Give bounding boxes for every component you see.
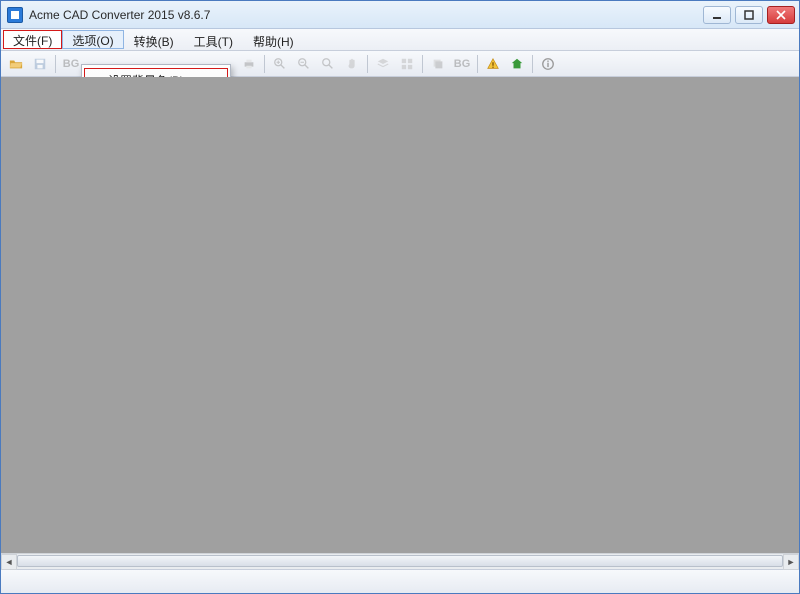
grid-icon <box>400 57 414 71</box>
toolbar-separator <box>55 55 56 73</box>
tb-layer[interactable] <box>372 54 394 74</box>
menubar: 文件(F) 选项(O) 转换(B) 工具(T) 帮助(H) <box>1 29 799 51</box>
layers-icon <box>376 57 390 71</box>
menu-options[interactable]: 选项(O) <box>62 30 123 49</box>
menu-help-label: 帮助(H) <box>253 33 294 50</box>
toolbar-separator <box>422 55 423 73</box>
maximize-button[interactable] <box>735 6 763 24</box>
tb-zoom-fit[interactable] <box>317 54 339 74</box>
zoom-in-icon <box>273 57 287 71</box>
tb-home[interactable] <box>506 54 528 74</box>
tb-warn[interactable] <box>482 54 504 74</box>
info-icon <box>541 57 555 71</box>
tb-bg[interactable]: BG <box>60 54 82 74</box>
toolbar-separator <box>367 55 368 73</box>
menu-convert[interactable]: 转换(B) <box>124 29 184 50</box>
window-buttons <box>703 6 795 24</box>
tb-save[interactable] <box>29 54 51 74</box>
close-button[interactable] <box>767 6 795 24</box>
close-icon <box>776 10 786 20</box>
folder-open-icon <box>9 57 23 71</box>
titlebar: Acme CAD Converter 2015 v8.6.7 <box>1 1 799 29</box>
save-icon <box>33 57 47 71</box>
tb-pan[interactable] <box>341 54 363 74</box>
menu-convert-label: 转换(B) <box>134 33 174 50</box>
tb-print[interactable] <box>238 54 260 74</box>
tb-zoom-out[interactable] <box>293 54 315 74</box>
tb-layout[interactable] <box>396 54 418 74</box>
printer-icon <box>242 57 256 71</box>
toolbar: BG 设置背景色(B)... 搜索路径和替换字体(D)... 自定义页面类型..… <box>1 51 799 77</box>
menu-file-label: 文件(F) <box>13 32 52 49</box>
stack-icon <box>431 57 445 71</box>
warning-icon <box>486 57 500 71</box>
menu-options-label: 选项(O) <box>72 32 113 49</box>
tb-bg2[interactable]: BG <box>451 54 473 74</box>
menu-file[interactable]: 文件(F) <box>3 30 62 49</box>
hand-icon <box>345 57 359 71</box>
menu-tools[interactable]: 工具(T) <box>184 29 243 50</box>
menu-tools-label: 工具(T) <box>194 33 233 50</box>
minimize-button[interactable] <box>703 6 731 24</box>
horizontal-scrollbar[interactable]: ◄ ► <box>1 553 799 569</box>
toolbar-separator <box>264 55 265 73</box>
scroll-right-button[interactable]: ► <box>783 554 799 570</box>
maximize-icon <box>744 10 754 20</box>
bg-label: BG <box>63 58 80 70</box>
scroll-thumb[interactable] <box>17 555 783 567</box>
app-window: Acme CAD Converter 2015 v8.6.7 文件(F) 选项(… <box>0 0 800 594</box>
minimize-icon <box>712 10 722 20</box>
bg2-label: BG <box>454 58 471 70</box>
toolbar-separator <box>477 55 478 73</box>
workspace <box>1 77 799 553</box>
toolbar-separator <box>532 55 533 73</box>
tb-open[interactable] <box>5 54 27 74</box>
zoom-fit-icon <box>321 57 335 71</box>
statusbar <box>1 569 799 593</box>
tb-zoom-in[interactable] <box>269 54 291 74</box>
tb-about[interactable] <box>537 54 559 74</box>
app-icon <box>7 7 23 23</box>
window-title: Acme CAD Converter 2015 v8.6.7 <box>29 8 703 22</box>
scroll-left-button[interactable]: ◄ <box>1 554 17 570</box>
tb-batch[interactable] <box>427 54 449 74</box>
menu-help[interactable]: 帮助(H) <box>243 29 304 50</box>
home-icon <box>510 57 524 71</box>
zoom-out-icon <box>297 57 311 71</box>
